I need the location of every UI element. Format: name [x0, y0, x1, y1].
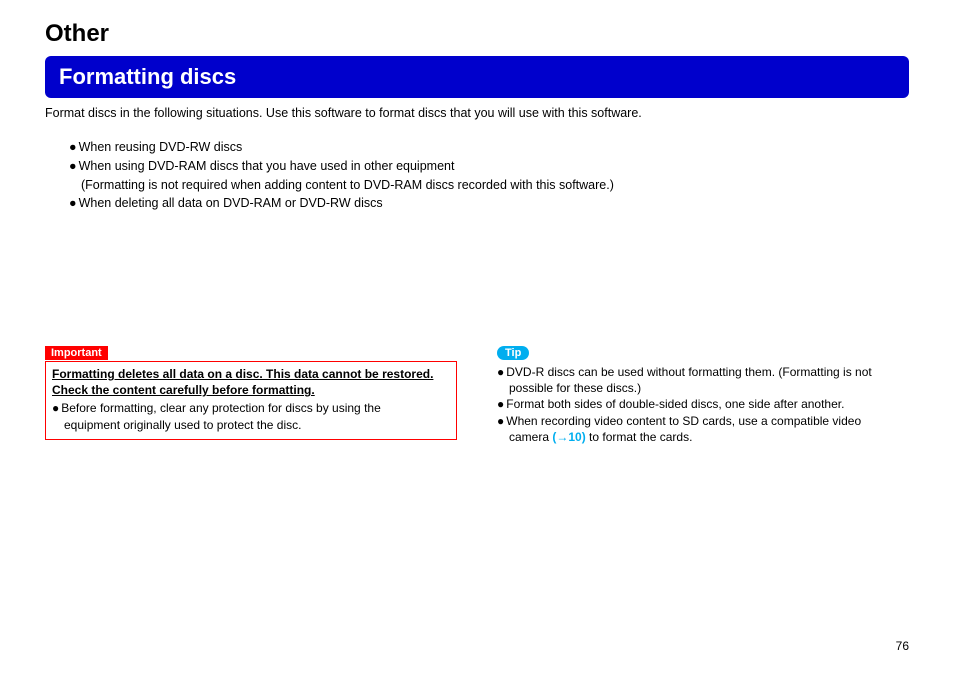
- bullet-icon: ●: [52, 400, 59, 416]
- page-title: Formatting discs: [45, 56, 909, 98]
- bullet-icon: ●: [497, 364, 504, 380]
- list-item-text: Before formatting, clear any protection …: [61, 400, 381, 416]
- important-label: Important: [45, 346, 108, 360]
- list-item: ● Before formatting, clear any protectio…: [52, 400, 450, 416]
- list-item-text: When reusing DVD-RW discs: [79, 138, 243, 157]
- tip-text-part: camera: [509, 430, 552, 444]
- list-item: ● Format both sides of double-sided disc…: [497, 396, 909, 412]
- list-item-sub: (Formatting is not required when adding …: [69, 176, 909, 195]
- list-item-cont: camera (→10) to format the cards.: [497, 429, 909, 445]
- tip-text-part: to format the cards.: [586, 430, 693, 444]
- intro-text: Format discs in the following situations…: [45, 106, 909, 120]
- list-item-text: When deleting all data on DVD-RAM or DVD…: [79, 194, 383, 213]
- page-number: 76: [896, 639, 909, 653]
- list-item: ● When using DVD-RAM discs that you have…: [69, 157, 909, 176]
- situations-list: ● When reusing DVD-RW discs ● When using…: [45, 138, 909, 213]
- list-item: ● When deleting all data on DVD-RAM or D…: [69, 194, 909, 213]
- page-ref-link[interactable]: (→10): [552, 430, 585, 444]
- list-item-text: When recording video content to SD cards…: [506, 413, 861, 429]
- tip-label: Tip: [497, 346, 529, 360]
- tip-column: Tip ● DVD-R discs can be used without fo…: [497, 343, 909, 445]
- bullet-icon: ●: [497, 413, 504, 429]
- list-item-cont: equipment originally used to protect the…: [52, 417, 450, 433]
- list-item: ● When reusing DVD-RW discs: [69, 138, 909, 157]
- tip-list: ● DVD-R discs can be used without format…: [497, 364, 909, 445]
- list-item-text: Format both sides of double-sided discs,…: [506, 396, 844, 412]
- list-item-text: DVD-R discs can be used without formatti…: [506, 364, 871, 380]
- list-item: ● DVD-R discs can be used without format…: [497, 364, 909, 380]
- bullet-icon: ●: [69, 138, 77, 157]
- section-header: Other: [45, 20, 909, 48]
- list-item: ● When recording video content to SD car…: [497, 413, 909, 429]
- bullet-icon: ●: [69, 157, 77, 176]
- bullet-icon: ●: [497, 396, 504, 412]
- bullet-icon: ●: [69, 194, 77, 213]
- important-warning: Formatting deletes all data on a disc. T…: [52, 366, 450, 398]
- list-item-cont: possible for these discs.): [497, 380, 909, 396]
- important-column: Important Formatting deletes all data on…: [45, 343, 457, 445]
- important-box: Formatting deletes all data on a disc. T…: [45, 361, 457, 440]
- list-item-text: When using DVD-RAM discs that you have u…: [79, 157, 455, 176]
